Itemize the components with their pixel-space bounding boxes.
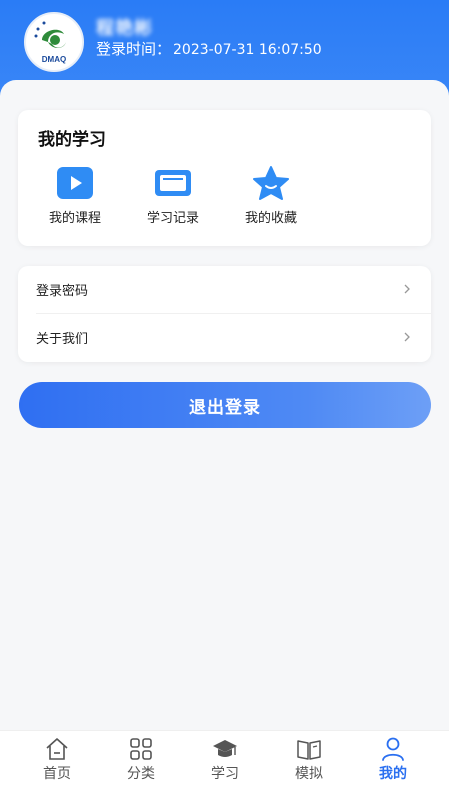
graduation-cap-icon [213,740,237,757]
chevron-right-icon [404,284,410,294]
tab-label: 分类 [127,766,155,782]
tab-label: 我的 [379,766,407,782]
chevron-right-icon [404,332,410,342]
my-study-card: 我的学习 我的课程 学习记录 我的收藏 [18,110,431,246]
card-icon [155,170,191,196]
tab-category[interactable]: 分类 [96,731,186,800]
star-icon [253,166,289,200]
play-icon [57,167,93,199]
menu-item-label: 关于我们 [36,332,89,347]
login-time-value: 2023-07-31 16:07:50 [173,42,322,58]
tab-label: 学习 [211,766,239,782]
login-time-label: 登录时间： [96,40,172,58]
menu-item-login-password[interactable]: 登录密码 [18,266,431,313]
tab-study[interactable]: 学习 [180,731,270,800]
org-logo: DMAQ [24,12,84,72]
svg-text:DMAQ: DMAQ [42,55,66,64]
home-icon [46,738,68,760]
my-courses-item[interactable]: 我的课程 [35,165,115,226]
my-favorites-item[interactable]: 我的收藏 [231,165,311,226]
study-title: 我的学习 [38,130,106,150]
user-icon [382,737,404,761]
menu-item-about-us[interactable]: 关于我们 [18,314,431,361]
my-favorites-label: 我的收藏 [244,211,297,226]
book-icon [297,740,321,760]
main-content: 我的学习 我的课程 学习记录 我的收藏 登录密码 关于我们 退出登录 [0,80,449,730]
study-records-item[interactable]: 学习记录 [133,165,213,226]
settings-menu-card: 登录密码 关于我们 [18,266,431,362]
bottom-tab-bar: 首页 分类 学习 模拟 我的 [0,730,449,800]
tab-home[interactable]: 首页 [12,731,102,800]
username: 程艳彬 [96,18,153,39]
tab-mock[interactable]: 模拟 [264,731,354,800]
tab-label: 模拟 [295,766,323,782]
menu-item-label: 登录密码 [36,284,89,299]
tab-mine[interactable]: 我的 [348,731,438,800]
my-courses-label: 我的课程 [48,211,101,226]
login-time: 登录时间： 2023-07-31 16:07:50 [96,38,322,59]
logout-button[interactable]: 退出登录 [19,382,431,428]
tab-label: 首页 [43,766,71,782]
study-records-label: 学习记录 [146,211,199,226]
grid-icon [130,738,152,760]
